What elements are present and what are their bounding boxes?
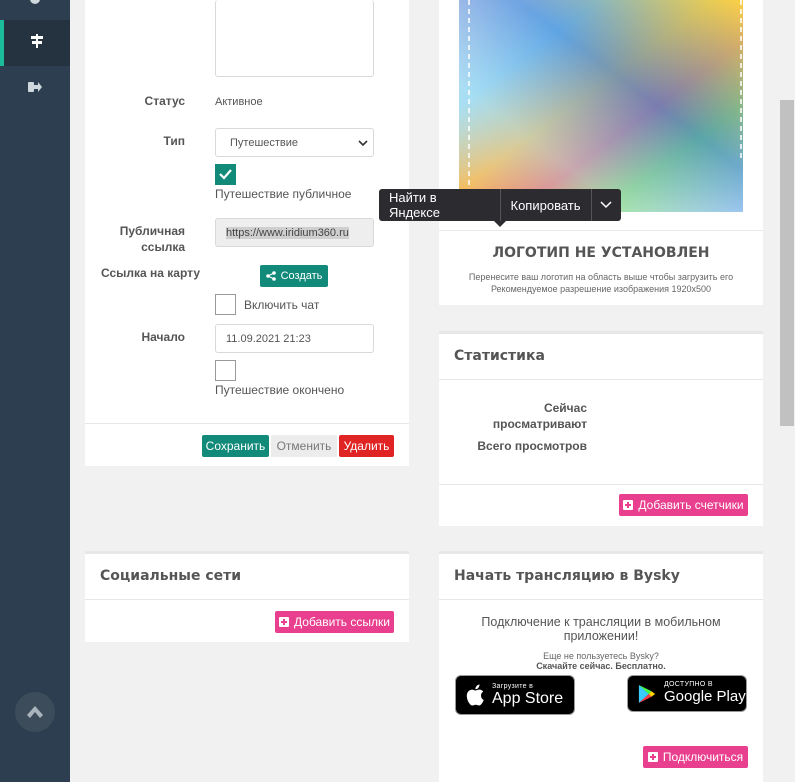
logo-divider xyxy=(439,230,763,231)
app-store-small-text: Загрузите в xyxy=(492,682,534,690)
type-select[interactable]: Путешествие xyxy=(215,128,374,157)
plus-square-icon xyxy=(279,617,290,627)
bysky-title: Начать трансляцию в Bysky xyxy=(454,568,680,584)
social-panel: Социальные сети Добавить ссылки xyxy=(85,551,409,642)
logo-hint-1: Перенесите ваш логотип на область выше ч… xyxy=(468,272,734,282)
stats-divider-bottom xyxy=(439,484,763,485)
sign-out-icon xyxy=(27,79,43,100)
sidebar-item-logout[interactable] xyxy=(0,66,70,112)
status-label: Статус xyxy=(144,94,185,108)
logo-placeholder-image xyxy=(459,0,743,212)
public-link-field[interactable]: https://www.iridium360.ru xyxy=(215,218,374,247)
public-checkbox-label: Путешествие публичное xyxy=(215,187,352,201)
type-select-value: Путешествие xyxy=(230,136,299,149)
logo-panel: ЛОГОТИП НЕ УСТАНОВЛЕН Перенесите ваш лог… xyxy=(439,0,763,305)
delete-button[interactable]: Удалить xyxy=(339,435,394,457)
logo-status-title: ЛОГОТИП НЕ УСТАНОВЛЕН xyxy=(492,245,710,261)
bysky-description: Подключение к трансляции в мобильном при… xyxy=(481,615,721,643)
text-selection-popup: Найти в Яндексе Копировать xyxy=(379,189,622,227)
trip-form-panel: Статус Активное Тип Путешествие Путешест… xyxy=(85,0,409,466)
plus-square-icon xyxy=(623,500,634,510)
add-links-button[interactable]: Добавить ссылки xyxy=(275,611,394,633)
create-link-label: Создать xyxy=(280,270,323,282)
popup-tail xyxy=(494,221,506,227)
stats-divider-top xyxy=(439,379,763,380)
app-store-button[interactable]: Загрузите в App Store xyxy=(455,675,575,715)
signpost-icon xyxy=(29,33,45,54)
type-label: Тип xyxy=(163,134,186,148)
chevron-down-icon xyxy=(358,140,368,147)
start-label: Начало xyxy=(141,330,185,344)
form-divider xyxy=(85,423,409,424)
bysky-divider xyxy=(439,599,763,600)
google-play-button[interactable]: ДОСТУПНО В Google Play xyxy=(627,675,747,712)
checkmark-icon xyxy=(219,169,232,180)
settings-icon xyxy=(27,0,43,12)
add-counters-label: Добавить счетчики xyxy=(638,498,744,512)
google-play-small-text: ДОСТУПНО В xyxy=(664,681,713,688)
bysky-panel: Начать трансляцию в Bysky Подключение к … xyxy=(439,551,763,782)
connect-button[interactable]: Подключиться xyxy=(643,746,748,768)
more-options-button[interactable] xyxy=(592,201,622,209)
sidebar xyxy=(0,0,70,782)
public-link-label: Публичная ссылка xyxy=(119,224,185,254)
start-date-input[interactable]: 11.09.2021 21:23 xyxy=(215,324,374,353)
page-scrollbar[interactable] xyxy=(779,0,795,782)
create-link-button[interactable]: Создать xyxy=(260,265,328,287)
social-title: Социальные сети xyxy=(100,568,242,584)
plus-square-icon xyxy=(647,752,658,762)
bysky-not-using: Еще не пользуетесь Bysky? xyxy=(543,651,659,661)
scrollbar-thumb[interactable] xyxy=(780,100,794,426)
finished-checkbox[interactable] xyxy=(215,360,236,381)
share-icon xyxy=(265,271,276,281)
add-links-label: Добавить ссылки xyxy=(294,615,390,629)
copy-button[interactable]: Копировать xyxy=(501,189,592,221)
chevron-up-icon xyxy=(27,706,43,718)
google-play-big-text: Google Play xyxy=(664,688,746,705)
description-textarea[interactable] xyxy=(215,0,374,77)
logo-dropzone[interactable] xyxy=(459,0,743,212)
connect-label: Подключиться xyxy=(662,750,744,764)
public-link-value: https://www.iridium360.ru xyxy=(226,226,349,239)
cancel-button[interactable]: Отменить xyxy=(271,435,337,457)
public-checkbox[interactable] xyxy=(215,164,236,185)
bysky-download-now: Скачайте сейчас. Бесплатно. xyxy=(536,661,666,671)
scroll-to-top-button[interactable] xyxy=(15,692,55,732)
stats-title: Статистика xyxy=(454,348,545,364)
now-watching-label: Сейчас просматривают xyxy=(492,401,587,431)
social-divider xyxy=(85,599,409,600)
apple-icon xyxy=(466,684,484,706)
status-value: Активное xyxy=(215,96,263,108)
chat-checkbox-label: Включить чат xyxy=(244,298,320,312)
total-views-label: Всего просмотров xyxy=(477,439,587,453)
finished-checkbox-label: Путешествие окончено xyxy=(215,383,345,397)
google-play-icon xyxy=(638,684,656,703)
map-link-label: Ссылка на карту xyxy=(100,266,200,280)
sidebar-item-trips[interactable] xyxy=(0,20,70,66)
chat-checkbox[interactable] xyxy=(215,294,236,315)
chevron-down-icon xyxy=(600,201,612,209)
app-store-big-text: App Store xyxy=(492,689,564,707)
add-counters-button[interactable]: Добавить счетчики xyxy=(619,494,748,516)
search-yandex-button[interactable]: Найти в Яндексе xyxy=(379,189,501,221)
start-date-value: 11.09.2021 21:23 xyxy=(226,332,311,345)
stats-panel: Статистика Сейчас просматривают Всего пр… xyxy=(439,331,763,526)
logo-hint-2: Рекомендуемое разрешение изображения 192… xyxy=(490,284,712,294)
save-button[interactable]: Сохранить xyxy=(202,435,269,457)
